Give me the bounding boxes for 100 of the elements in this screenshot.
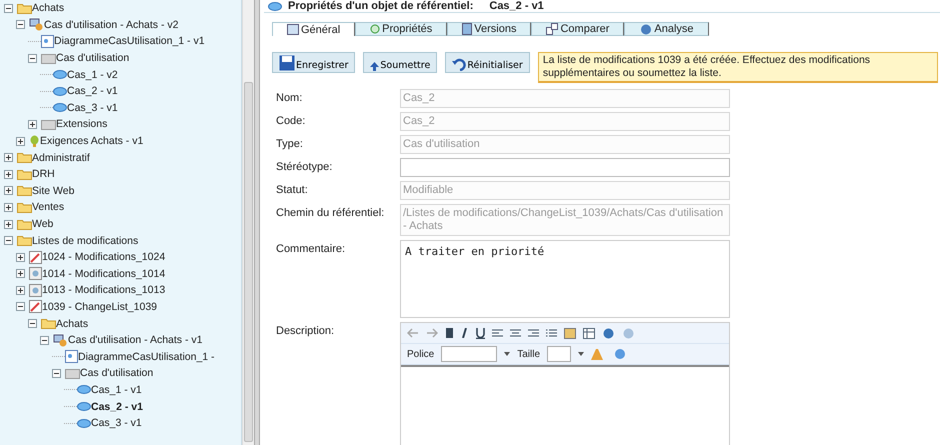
tree-item[interactable]: Administratif xyxy=(32,152,90,164)
tree-item[interactable]: 1024 - Modifications_1024 xyxy=(42,251,166,264)
size-field[interactable] xyxy=(547,346,572,362)
window-icon xyxy=(287,24,299,35)
tree-item[interactable]: Cas d'utilisation xyxy=(80,367,154,380)
tree-item[interactable]: Ventes xyxy=(32,201,64,214)
tree-item[interactable]: Cas d'utilisation xyxy=(56,52,130,64)
toolbar-button[interactable]: Réinitialiser xyxy=(445,52,530,73)
folder-icon xyxy=(17,235,32,246)
caret-icon[interactable] xyxy=(504,352,510,356)
tab[interactable]: Versions xyxy=(447,22,532,36)
folder-icon xyxy=(17,218,32,230)
package-icon xyxy=(53,334,68,347)
notice-message: La liste de modifications 1039 a été créée. Effectuez des modifications supplémentaires ou soumettez la liste. xyxy=(538,52,938,83)
diagram-icon xyxy=(41,34,54,48)
expand-icon[interactable] xyxy=(4,220,13,229)
panel-title: Propriétés d'un objet de référentiel: xyxy=(288,0,474,12)
container-icon xyxy=(41,52,56,64)
tree-item[interactable]: Cas_1 - v1 xyxy=(91,384,142,396)
ellipse-icon xyxy=(268,2,282,10)
object-name: Cas_2 - v1 xyxy=(489,0,544,12)
collapse-icon[interactable] xyxy=(16,20,25,30)
package-icon xyxy=(29,18,44,32)
tree-item[interactable]: 1013 - Modifications_1013 xyxy=(42,284,166,296)
collapse-icon[interactable] xyxy=(28,319,37,328)
field-label: Statut: xyxy=(276,183,309,196)
tab[interactable]: Analyse xyxy=(624,22,709,36)
up-arrow-icon xyxy=(370,62,380,71)
folder-icon xyxy=(17,168,32,180)
circle-icon xyxy=(370,24,380,34)
caret-icon[interactable] xyxy=(578,352,584,356)
scrollbar[interactable] xyxy=(242,0,254,445)
tab[interactable]: Propriétés xyxy=(355,22,448,36)
ellipse-icon xyxy=(53,86,67,96)
tree-item[interactable]: Site Web xyxy=(32,184,74,197)
collapse-icon[interactable] xyxy=(4,4,13,13)
expand-icon[interactable] xyxy=(4,153,13,162)
tab[interactable]: Général xyxy=(272,22,356,36)
folder-icon xyxy=(17,202,32,213)
tree-item[interactable]: Cas_3 - v1 xyxy=(67,102,118,114)
expand-icon[interactable] xyxy=(16,136,25,146)
tree-item[interactable]: DiagrammeCasUtilisation_1 - xyxy=(78,350,215,363)
field-label: Chemin du référentiel: xyxy=(276,206,386,219)
toolbar-button[interactable]: Enregistrer xyxy=(272,52,356,73)
tree-item[interactable]: Achats xyxy=(56,318,88,330)
align-right-icon[interactable] xyxy=(528,328,539,338)
tree-item[interactable]: Cas_3 - v1 xyxy=(91,417,142,430)
tree-item[interactable]: 1039 - ChangeList_1039 xyxy=(42,300,158,313)
pencil-icon xyxy=(29,250,42,264)
ellipse-icon xyxy=(53,103,67,112)
book-icon xyxy=(462,23,472,35)
image-icon[interactable] xyxy=(564,328,576,338)
align-center-icon[interactable] xyxy=(510,328,521,338)
tree-item[interactable]: Cas_1 - v2 xyxy=(67,68,118,81)
field-label: Description: xyxy=(276,324,336,337)
tree-item[interactable]: Extensions xyxy=(56,118,108,130)
folder-icon xyxy=(41,318,56,330)
field-label: Commentaire: xyxy=(276,242,346,255)
tree-item[interactable]: DRH xyxy=(32,168,55,180)
align-left-icon[interactable] xyxy=(492,328,503,338)
expand-icon[interactable] xyxy=(16,252,25,262)
pencil-icon xyxy=(29,300,42,314)
bulleted-list-icon[interactable] xyxy=(546,328,557,338)
bulb-icon xyxy=(29,135,40,148)
font-field[interactable] xyxy=(441,346,498,362)
field-label: Stéréotype: xyxy=(276,160,334,173)
tree-item[interactable]: Cas_2 - v1 xyxy=(91,400,143,413)
tree-item[interactable]: Cas d'utilisation - Achats - v1 xyxy=(68,334,202,346)
rich-text-editor[interactable]: Police Taille xyxy=(400,322,730,445)
folder-icon xyxy=(17,152,32,164)
collapse-icon[interactable] xyxy=(16,302,25,312)
toolbar-button[interactable]: Soumettre xyxy=(363,52,438,73)
collapse-icon[interactable] xyxy=(40,336,49,345)
container-icon xyxy=(41,118,56,130)
expand-icon[interactable] xyxy=(28,120,37,129)
expand-icon[interactable] xyxy=(16,269,25,278)
field-label: Type: xyxy=(276,137,304,150)
tree-item[interactable]: Achats xyxy=(32,2,64,14)
italic-icon[interactable] xyxy=(461,328,469,338)
underline-icon[interactable] xyxy=(476,328,485,338)
expand-icon[interactable] xyxy=(4,186,13,196)
expand-icon[interactable] xyxy=(4,170,13,179)
collapse-icon[interactable] xyxy=(52,368,61,378)
text-field[interactable] xyxy=(400,158,730,177)
tree-item[interactable]: Cas d'utilisation - Achats - v2 xyxy=(44,18,178,31)
tab[interactable]: Comparer xyxy=(531,22,624,36)
collapse-icon[interactable] xyxy=(28,54,37,63)
expand-icon[interactable] xyxy=(16,286,25,295)
collapse-icon[interactable] xyxy=(4,236,13,246)
tree-item[interactable]: 1014 - Modifications_1014 xyxy=(42,268,166,280)
tree-item[interactable]: DiagrammeCasUtilisation_1 - v1 xyxy=(54,35,205,48)
tree-item[interactable]: Listes de modifications xyxy=(32,234,138,247)
comment-field[interactable]: A traiter en priorité xyxy=(400,240,730,318)
expand-icon[interactable] xyxy=(4,202,13,212)
table-icon[interactable] xyxy=(583,328,595,338)
floppy-icon xyxy=(279,55,295,71)
tree-item[interactable]: Exigences Achats - v1 xyxy=(40,135,144,148)
tree-item[interactable]: Cas_2 - v1 xyxy=(67,85,118,98)
folder-icon xyxy=(17,185,32,196)
tree-item[interactable]: Web xyxy=(32,218,54,230)
